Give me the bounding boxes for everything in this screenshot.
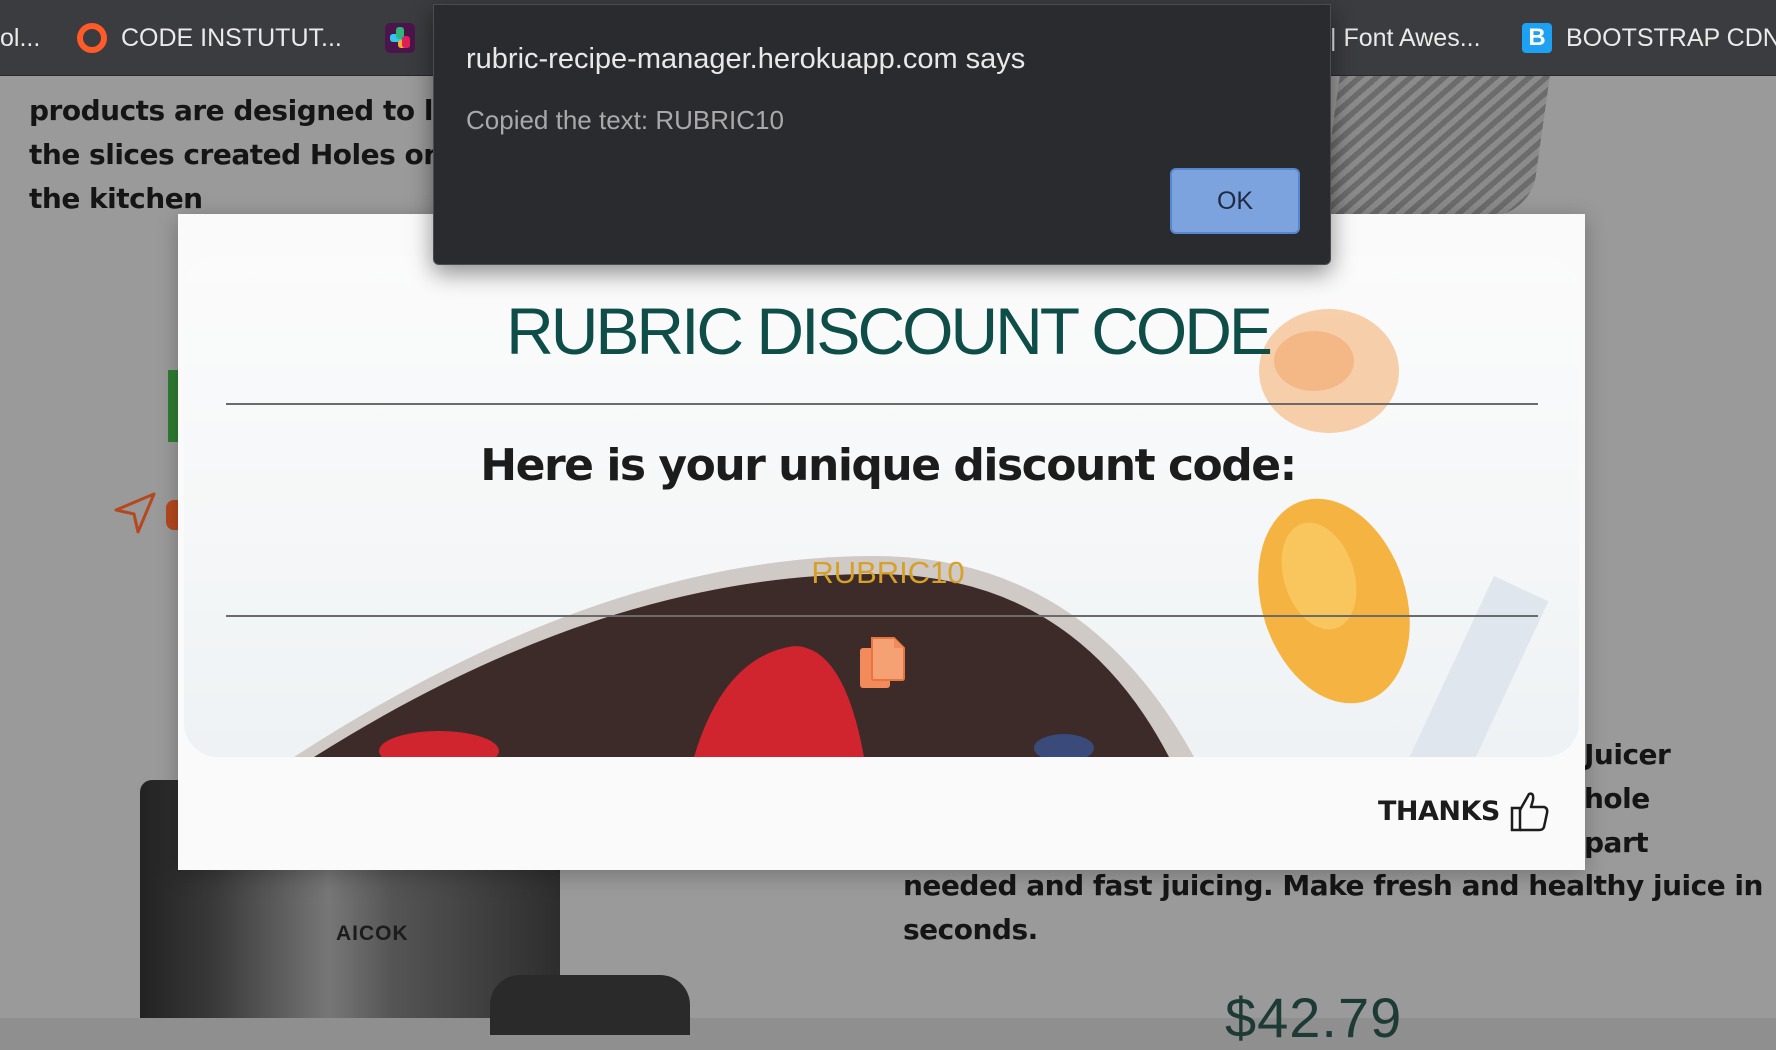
- product-description-right: needed and fast juicing. Make fresh and …: [903, 869, 1763, 946]
- thanks-button[interactable]: THANKS: [1378, 790, 1550, 832]
- thumbs-up-icon: [1510, 792, 1549, 832]
- product-description-left: products are designed to las the slices …: [29, 94, 468, 215]
- location-arrow-icon: [114, 492, 156, 534]
- bookmark-bootstrap-cdn[interactable]: B BOOTSTRAP CDN: [1522, 0, 1776, 76]
- bootstrap-icon: B: [1522, 23, 1552, 53]
- alert-title: rubric-recipe-manager.herokuapp.com says: [466, 43, 1026, 75]
- discount-code-text[interactable]: RUBRIC10: [0, 555, 1776, 591]
- browser-alert-dialog: rubric-recipe-manager.herokuapp.com says…: [433, 4, 1331, 265]
- copy-icon[interactable]: [858, 634, 908, 690]
- code-divider: [226, 615, 1538, 617]
- bookmark-label: CODE INSTUTUT...: [121, 23, 342, 52]
- alert-message: Copied the text: RUBRIC10: [466, 105, 784, 135]
- bookmark-item-1[interactable]: ol...: [0, 0, 40, 76]
- juicer-cup: [490, 975, 690, 1035]
- product-brand-label: AICOK: [336, 922, 409, 945]
- ok-button[interactable]: OK: [1170, 168, 1300, 234]
- slack-icon: [385, 23, 415, 53]
- product-description-right-fragments: Juicer hole part: [1584, 738, 1671, 859]
- bookmark-label: | Font Awes...: [1330, 23, 1481, 52]
- grater-product-image: [1320, 76, 1550, 216]
- title-divider: [226, 403, 1538, 405]
- thanks-label: THANKS: [1378, 795, 1500, 827]
- bookmark-font-awesome[interactable]: | Font Awes...: [1330, 0, 1481, 76]
- modal-title: RUBRIC DISCOUNT CODE: [506, 294, 1273, 368]
- modal-subtitle: Here is your unique discount code:: [480, 440, 1297, 491]
- bookmark-label: BOOTSTRAP CDN: [1566, 23, 1776, 52]
- code-institute-ring-icon: [77, 23, 107, 53]
- bookmark-slack[interactable]: [385, 0, 415, 76]
- bookmark-label: ol...: [0, 23, 41, 52]
- bookmark-code-institute[interactable]: CODE INSTUTUT...: [77, 0, 342, 76]
